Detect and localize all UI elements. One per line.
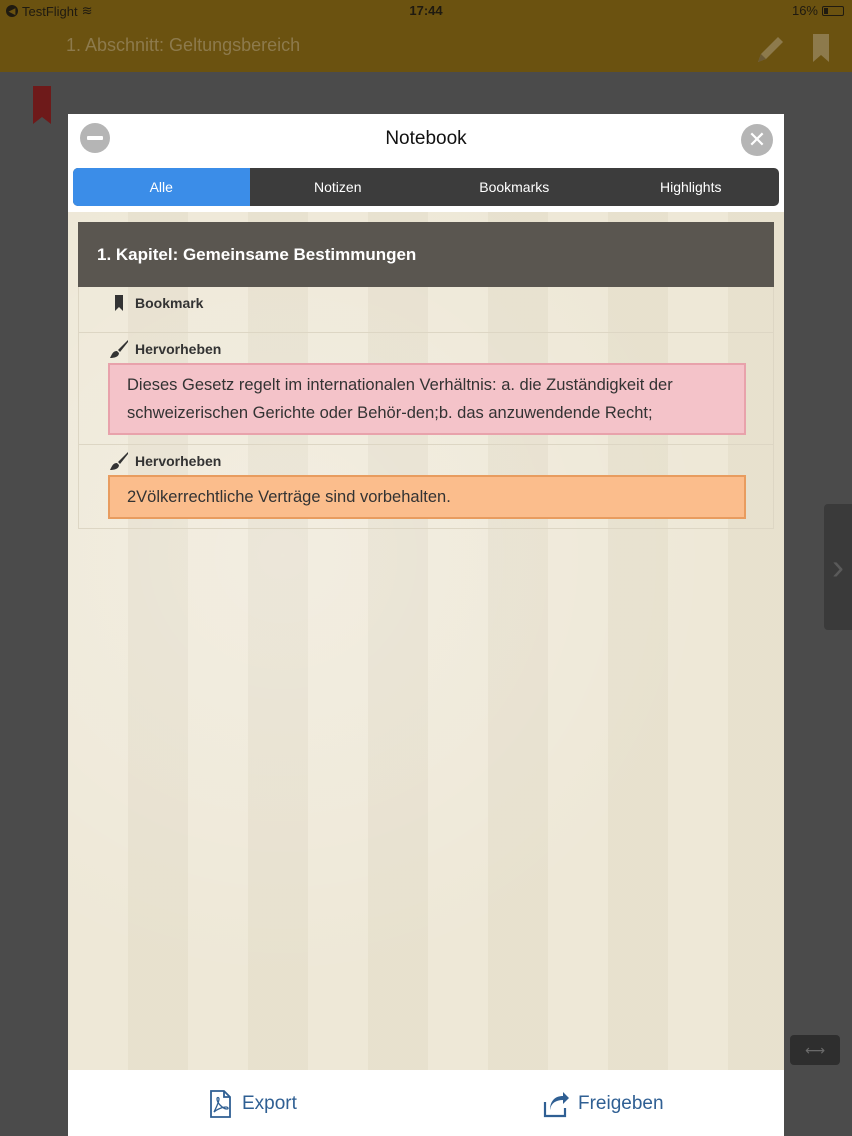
highlight-text[interactable]: Dieses Gesetz regelt im internationalen … [108, 363, 746, 435]
bookmark-ribbon-icon [33, 86, 51, 124]
tab-notizen[interactable]: Notizen [250, 168, 427, 206]
list-item-bookmark[interactable]: Bookmark [78, 287, 774, 333]
list-item-highlight[interactable]: Hervorheben Dieses Gesetz regelt im inte… [78, 333, 774, 445]
brush-icon [110, 340, 128, 358]
bookmark-icon[interactable] [812, 34, 830, 62]
export-button[interactable]: Export [206, 1090, 297, 1118]
entry-header: Bookmark [109, 293, 203, 313]
modal-header: Notebook ✕ [68, 114, 784, 162]
nav-title[interactable]: 1. Abschnitt: Geltungsbereich [66, 35, 300, 56]
filter-tabs: Alle Notizen Bookmarks Highlights [73, 168, 779, 206]
export-label: Export [242, 1093, 297, 1114]
notebook-content: 1. Kapitel: Gemeinsame Bestimmungen Book… [68, 212, 784, 1070]
tab-alle[interactable]: Alle [73, 168, 250, 206]
entry-type-label: Hervorheben [135, 453, 222, 469]
resize-button[interactable]: ⟷ [790, 1035, 840, 1065]
chapter-heading[interactable]: 1. Kapitel: Gemeinsame Bestimmungen [78, 222, 774, 287]
entry-header: Hervorheben [109, 339, 221, 359]
clock: 17:44 [409, 3, 443, 18]
brush-icon [110, 452, 128, 470]
entry-header: Hervorheben [109, 451, 221, 471]
nav-bar: 1. Abschnitt: Geltungsbereich [0, 22, 852, 72]
tab-bookmarks[interactable]: Bookmarks [426, 168, 603, 206]
close-button[interactable]: ✕ [741, 124, 773, 156]
status-right: 16% [792, 3, 844, 18]
modal-footer: Export Freigeben [68, 1070, 784, 1136]
share-label: Freigeben [578, 1093, 664, 1114]
tab-highlights[interactable]: Highlights [603, 168, 780, 206]
notebook-modal: Notebook ✕ Alle Notizen Bookmarks Highli… [68, 114, 784, 1136]
pdf-icon [210, 1090, 231, 1118]
share-icon [543, 1092, 569, 1118]
share-button[interactable]: Freigeben [542, 1090, 664, 1118]
highlight-text[interactable]: 2Völkerrechtliche Verträge sind vorbehal… [108, 475, 746, 519]
bookmark-icon [115, 295, 123, 311]
next-page-handle[interactable]: › [824, 504, 852, 630]
entry-type-label: Bookmark [135, 295, 204, 311]
status-bar: ◀ TestFlight ≋ 17:44 16% [0, 0, 852, 22]
list-item-highlight[interactable]: Hervorheben 2Völkerrechtliche Verträge s… [78, 445, 774, 529]
modal-title: Notebook [385, 128, 467, 149]
entry-type-label: Hervorheben [135, 341, 222, 357]
pencil-icon[interactable] [754, 32, 788, 66]
battery-percent: 16% [791, 3, 818, 18]
battery-icon [822, 5, 844, 16]
